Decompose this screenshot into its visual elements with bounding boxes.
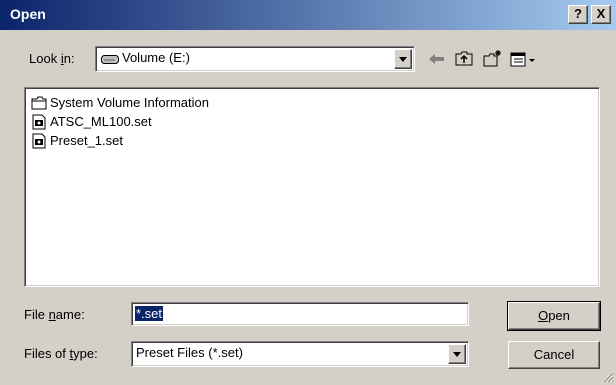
- file-name-label: File name:: [24, 307, 85, 322]
- resize-grip-icon[interactable]: [602, 371, 614, 383]
- file-type-label: Files of type:: [24, 346, 98, 361]
- look-in-value: Volume (E:): [122, 50, 190, 65]
- open-dialog: Open ? X Look in: Volume (E:) System Vol…: [0, 0, 616, 385]
- up-folder-icon[interactable]: [453, 48, 475, 70]
- look-in-dropdown-button[interactable]: [394, 49, 412, 69]
- file-name-input[interactable]: *.set: [131, 302, 469, 326]
- open-button[interactable]: Open: [507, 301, 601, 331]
- folder-icon: [31, 96, 47, 110]
- file-type-value: Preset Files (*.set): [136, 345, 243, 360]
- file-list[interactable]: System Volume Information ATSC_ML100.set…: [24, 87, 600, 287]
- file-name-label: ATSC_ML100.set: [50, 114, 152, 129]
- back-arrow-icon[interactable]: [426, 48, 448, 70]
- cancel-button[interactable]: Cancel: [508, 341, 600, 369]
- look-in-combo[interactable]: Volume (E:): [95, 46, 415, 72]
- close-button[interactable]: X: [591, 5, 611, 24]
- file-type-combo[interactable]: Preset Files (*.set): [131, 341, 469, 367]
- title-bar[interactable]: Open ? X: [0, 0, 616, 30]
- file-type-dropdown-button[interactable]: [448, 344, 466, 364]
- new-folder-icon[interactable]: [481, 48, 503, 70]
- chevron-down-icon: [399, 57, 407, 62]
- file-name-label: System Volume Information: [50, 95, 209, 110]
- document-icon: [32, 133, 46, 149]
- drive-icon: [101, 55, 119, 64]
- file-name-label: Preset_1.set: [50, 133, 123, 148]
- document-icon: [32, 114, 46, 130]
- help-button[interactable]: ?: [568, 5, 588, 24]
- file-name-value: *.set: [135, 306, 164, 321]
- chevron-down-icon: [453, 352, 461, 357]
- view-menu-icon[interactable]: [508, 48, 540, 70]
- window-title: Open: [10, 6, 46, 22]
- look-in-label: Look in:: [29, 51, 75, 66]
